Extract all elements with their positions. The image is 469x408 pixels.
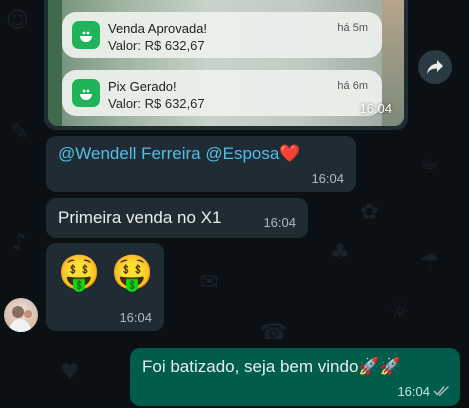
outgoing-message-bubble[interactable]: Foi batizado, seja bem vindo🚀🚀 16:04 <box>130 348 460 406</box>
notification-screenshot-image[interactable]: Venda Aprovada! Valor: R$ 632,67 há 5m P… <box>48 0 404 126</box>
message-time: 16:04 <box>119 310 152 325</box>
notification-value: Valor: R$ 632,67 <box>108 96 205 111</box>
notification-time-ago: há 5m <box>337 22 368 34</box>
notification-value: Valor: R$ 632,67 <box>108 38 205 53</box>
notification-card-1: Venda Aprovada! Valor: R$ 632,67 há 5m <box>62 12 382 58</box>
forward-icon <box>427 60 443 74</box>
heart-emoji: ❤️ <box>279 144 301 163</box>
avatar[interactable] <box>4 298 38 332</box>
image-left-edge <box>48 0 62 126</box>
image-message-bubble[interactable]: Venda Aprovada! Valor: R$ 632,67 há 5m P… <box>44 0 408 130</box>
notification-title: Pix Gerado! <box>108 79 177 94</box>
mention-message-bubble[interactable]: @Wendell Ferreira @Esposa❤️ 16:04 <box>46 136 356 192</box>
mention-esposa[interactable]: @Esposa <box>205 144 279 163</box>
message-time: 16:04 <box>359 101 392 116</box>
app-icon <box>72 79 100 107</box>
app-icon <box>72 21 100 49</box>
message-time: 16:04 <box>263 215 296 230</box>
message-text: Foi batizado, seja bem vindo🚀🚀 <box>142 357 401 376</box>
emoji-message-bubble[interactable]: 🤑 🤑 16:04 <box>46 243 164 331</box>
forward-button[interactable] <box>418 50 452 84</box>
read-check-icon <box>433 385 450 396</box>
notification-card-2: Pix Gerado! Valor: R$ 632,67 há 6m <box>62 70 382 116</box>
money-mouth-emojis: 🤑 🤑 <box>58 253 154 293</box>
notification-time-ago: há 6m <box>337 80 368 92</box>
first-sale-message-bubble[interactable]: Primeira venda no X1 16:04 <box>46 198 308 238</box>
message-text: @Wendell Ferreira @Esposa❤️ <box>58 144 300 164</box>
message-time: 16:04 <box>311 171 344 186</box>
message-time: 16:04 <box>397 384 430 399</box>
notification-title: Venda Aprovada! <box>108 21 208 36</box>
mention-wendell[interactable]: @Wendell Ferreira <box>58 144 201 163</box>
message-text: Primeira venda no X1 <box>58 208 222 227</box>
